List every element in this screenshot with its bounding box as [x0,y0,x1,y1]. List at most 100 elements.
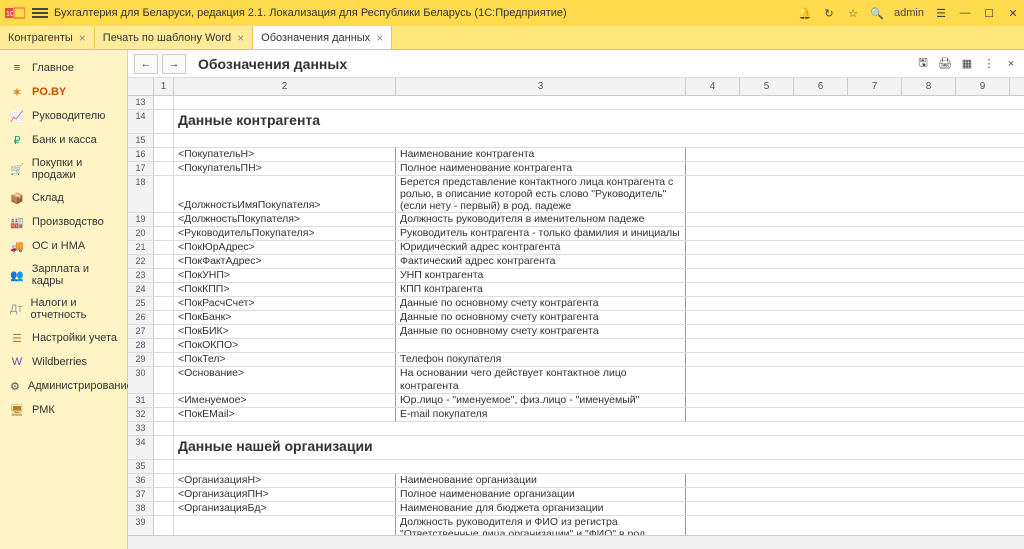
table-row[interactable]: 14Данные контрагента [128,110,1024,134]
sidebar-item-12[interactable]: ⚙Администрирование [0,374,127,398]
table-row[interactable]: 30<Основание>На основании чего действует… [128,367,1024,394]
sidebar-item-10[interactable]: ☰Настройки учета [0,326,127,350]
table-row[interactable]: 15 [128,134,1024,148]
print-icon[interactable]: 🖨 [938,57,952,71]
row-number[interactable]: 21 [128,241,154,254]
description-cell[interactable]: УНП контрагента [396,269,686,282]
row-number[interactable]: 19 [128,213,154,226]
row-number[interactable]: 25 [128,297,154,310]
row-number[interactable]: 29 [128,353,154,366]
sidebar-item-1[interactable]: ✶PO.BY [0,80,127,104]
col-header-7[interactable]: 7 [848,78,902,95]
placeholder-cell[interactable]: <Именуемое> [174,394,396,407]
placeholder-cell[interactable]: <РуководительПокупателя> [174,227,396,240]
description-cell[interactable]: Берется представление контактного лица к… [396,176,686,212]
row-number[interactable]: 28 [128,339,154,352]
row-number[interactable]: 34 [128,436,154,459]
col-header-6[interactable]: 6 [794,78,848,95]
table-row[interactable]: 17<ПокупательПН>Полное наименование конт… [128,162,1024,176]
row-number[interactable]: 36 [128,474,154,487]
close-icon[interactable]: ✕ [1006,6,1020,20]
table-row[interactable]: 16 <ПокупательН>Наименование контрагента [128,148,1024,162]
placeholder-cell[interactable]: <ПокОКПО> [174,339,396,352]
col-header-3[interactable]: 3 [396,78,686,95]
row-number[interactable]: 20 [128,227,154,240]
description-cell[interactable]: КПП контрагента [396,283,686,296]
description-cell[interactable]: Должность руководителя в именительном па… [396,213,686,226]
description-cell[interactable]: Юр.лицо - "именуемое", физ.лицо - "имену… [396,394,686,407]
description-cell[interactable]: Фактический адрес контрагента [396,255,686,268]
description-cell[interactable]: Руководитель контрагента - только фамили… [396,227,686,240]
placeholder-cell[interactable]: <ПокЕМаil> [174,408,396,421]
table-row[interactable]: 33 [128,422,1024,436]
more-icon[interactable]: ⋮ [982,57,996,71]
description-cell[interactable]: Данные по основному счету контрагента [396,297,686,310]
row-number[interactable]: 16 [128,148,154,161]
sidebar-item-5[interactable]: 📦Склад [0,186,127,210]
save-icon[interactable]: 🖫 [916,57,930,71]
table-row[interactable]: 19<ДолжностьПокупателя>Должность руковод… [128,213,1024,227]
row-number[interactable]: 24 [128,283,154,296]
row-number[interactable]: 22 [128,255,154,268]
description-cell[interactable]: Данные по основному счету контрагента [396,325,686,338]
row-number[interactable]: 15 [128,134,154,147]
spreadsheet-body[interactable]: 1314Данные контрагента1516 <ПокупательН>Н… [128,96,1024,535]
sidebar-item-2[interactable]: 📈Руководителю [0,104,127,128]
row-number[interactable]: 39 [128,516,154,535]
table-row[interactable]: 23 <ПокУНП>УНП контрагента [128,269,1024,283]
tab-close-icon[interactable]: × [79,31,86,45]
description-cell[interactable]: Должность руководителя и ФИО из регистра… [396,516,686,535]
table-row[interactable]: 21<ПокЮрАдрес>Юридический адрес контраге… [128,241,1024,255]
row-number[interactable]: 26 [128,311,154,324]
description-cell[interactable]: Данные по основному счету контрагента [396,311,686,324]
sidebar-item-6[interactable]: 🏭Производство [0,210,127,234]
sidebar-item-9[interactable]: ДтНалоги и отчетность [0,292,127,326]
description-cell[interactable] [396,339,686,352]
col-header-5[interactable]: 5 [740,78,794,95]
row-number[interactable]: 27 [128,325,154,338]
placeholder-cell[interactable]: <ПокБанк> [174,311,396,324]
row-number[interactable]: 35 [128,460,154,473]
sidebar-item-0[interactable]: ≡Главное [0,56,127,80]
placeholder-cell[interactable]: <Основание> [174,367,396,393]
tab-oboznacheniya[interactable]: Обозначения данных× [253,26,392,49]
sheet-icon[interactable]: ▦ [960,57,974,71]
tab-pechat-word[interactable]: Печать по шаблону Word× [95,26,253,49]
table-row[interactable]: 34Данные нашей организации [128,436,1024,460]
tab-close-icon[interactable]: × [376,31,383,45]
placeholder-cell[interactable]: <ДолжностьИмяПокупателя> [174,176,396,212]
panel-close-icon[interactable]: × [1004,57,1018,71]
table-row[interactable]: 29<ПокТел>Телефон покупателя [128,353,1024,367]
nav-back-button[interactable]: ← [134,54,158,74]
row-number[interactable]: 31 [128,394,154,407]
placeholder-cell[interactable]: <ПокФактАдрес> [174,255,396,268]
sidebar-item-7[interactable]: 🚚ОС и НМА [0,234,127,258]
table-row[interactable]: 26 <ПокБанк>Данные по основному счету кон… [128,311,1024,325]
sidebar-item-11[interactable]: WWildberries [0,350,127,374]
table-row[interactable]: 25<ПокРасчСчет>Данные по основному счету… [128,297,1024,311]
history-icon[interactable]: ↻ [822,6,836,20]
maximize-icon[interactable]: ☐ [982,6,996,20]
description-cell[interactable]: Наименование контрагента [396,148,686,161]
placeholder-cell[interactable]: <ОрганизацияПН> [174,488,396,501]
description-cell[interactable]: E-mail покупателя [396,408,686,421]
placeholder-cell[interactable]: <ОрганизацияБд> [174,502,396,515]
minimize-icon[interactable]: — [958,6,972,20]
placeholder-cell[interactable]: <ПокупательН> [174,148,396,161]
table-row[interactable]: 35 [128,460,1024,474]
col-header-2[interactable]: 2 [174,78,396,95]
sidebar-item-4[interactable]: 🛒Покупки и продажи [0,152,127,186]
row-number[interactable]: 30 [128,367,154,393]
table-row[interactable]: 27<ПокБИК>Данные по основному счету конт… [128,325,1024,339]
settings-icon[interactable]: ☰ [934,6,948,20]
table-row[interactable]: 39 <ДолжностьИмяРуководителяОрганизации>Д… [128,516,1024,535]
table-row[interactable]: 20 <РуководительПокупателя>Руководитель к… [128,227,1024,241]
placeholder-cell[interactable]: <ПокУНП> [174,269,396,282]
table-row[interactable]: 13 [128,96,1024,110]
table-row[interactable]: 22 <ПокФактАдрес>Фактический адрес контра… [128,255,1024,269]
row-number[interactable]: 23 [128,269,154,282]
user-label[interactable]: admin [894,6,924,20]
placeholder-cell[interactable]: <ДолжностьИмяРуководителяОрганизации> [174,516,396,535]
placeholder-cell[interactable]: <ПокЮрАдрес> [174,241,396,254]
sidebar-item-3[interactable]: ₽Банк и касса [0,128,127,152]
